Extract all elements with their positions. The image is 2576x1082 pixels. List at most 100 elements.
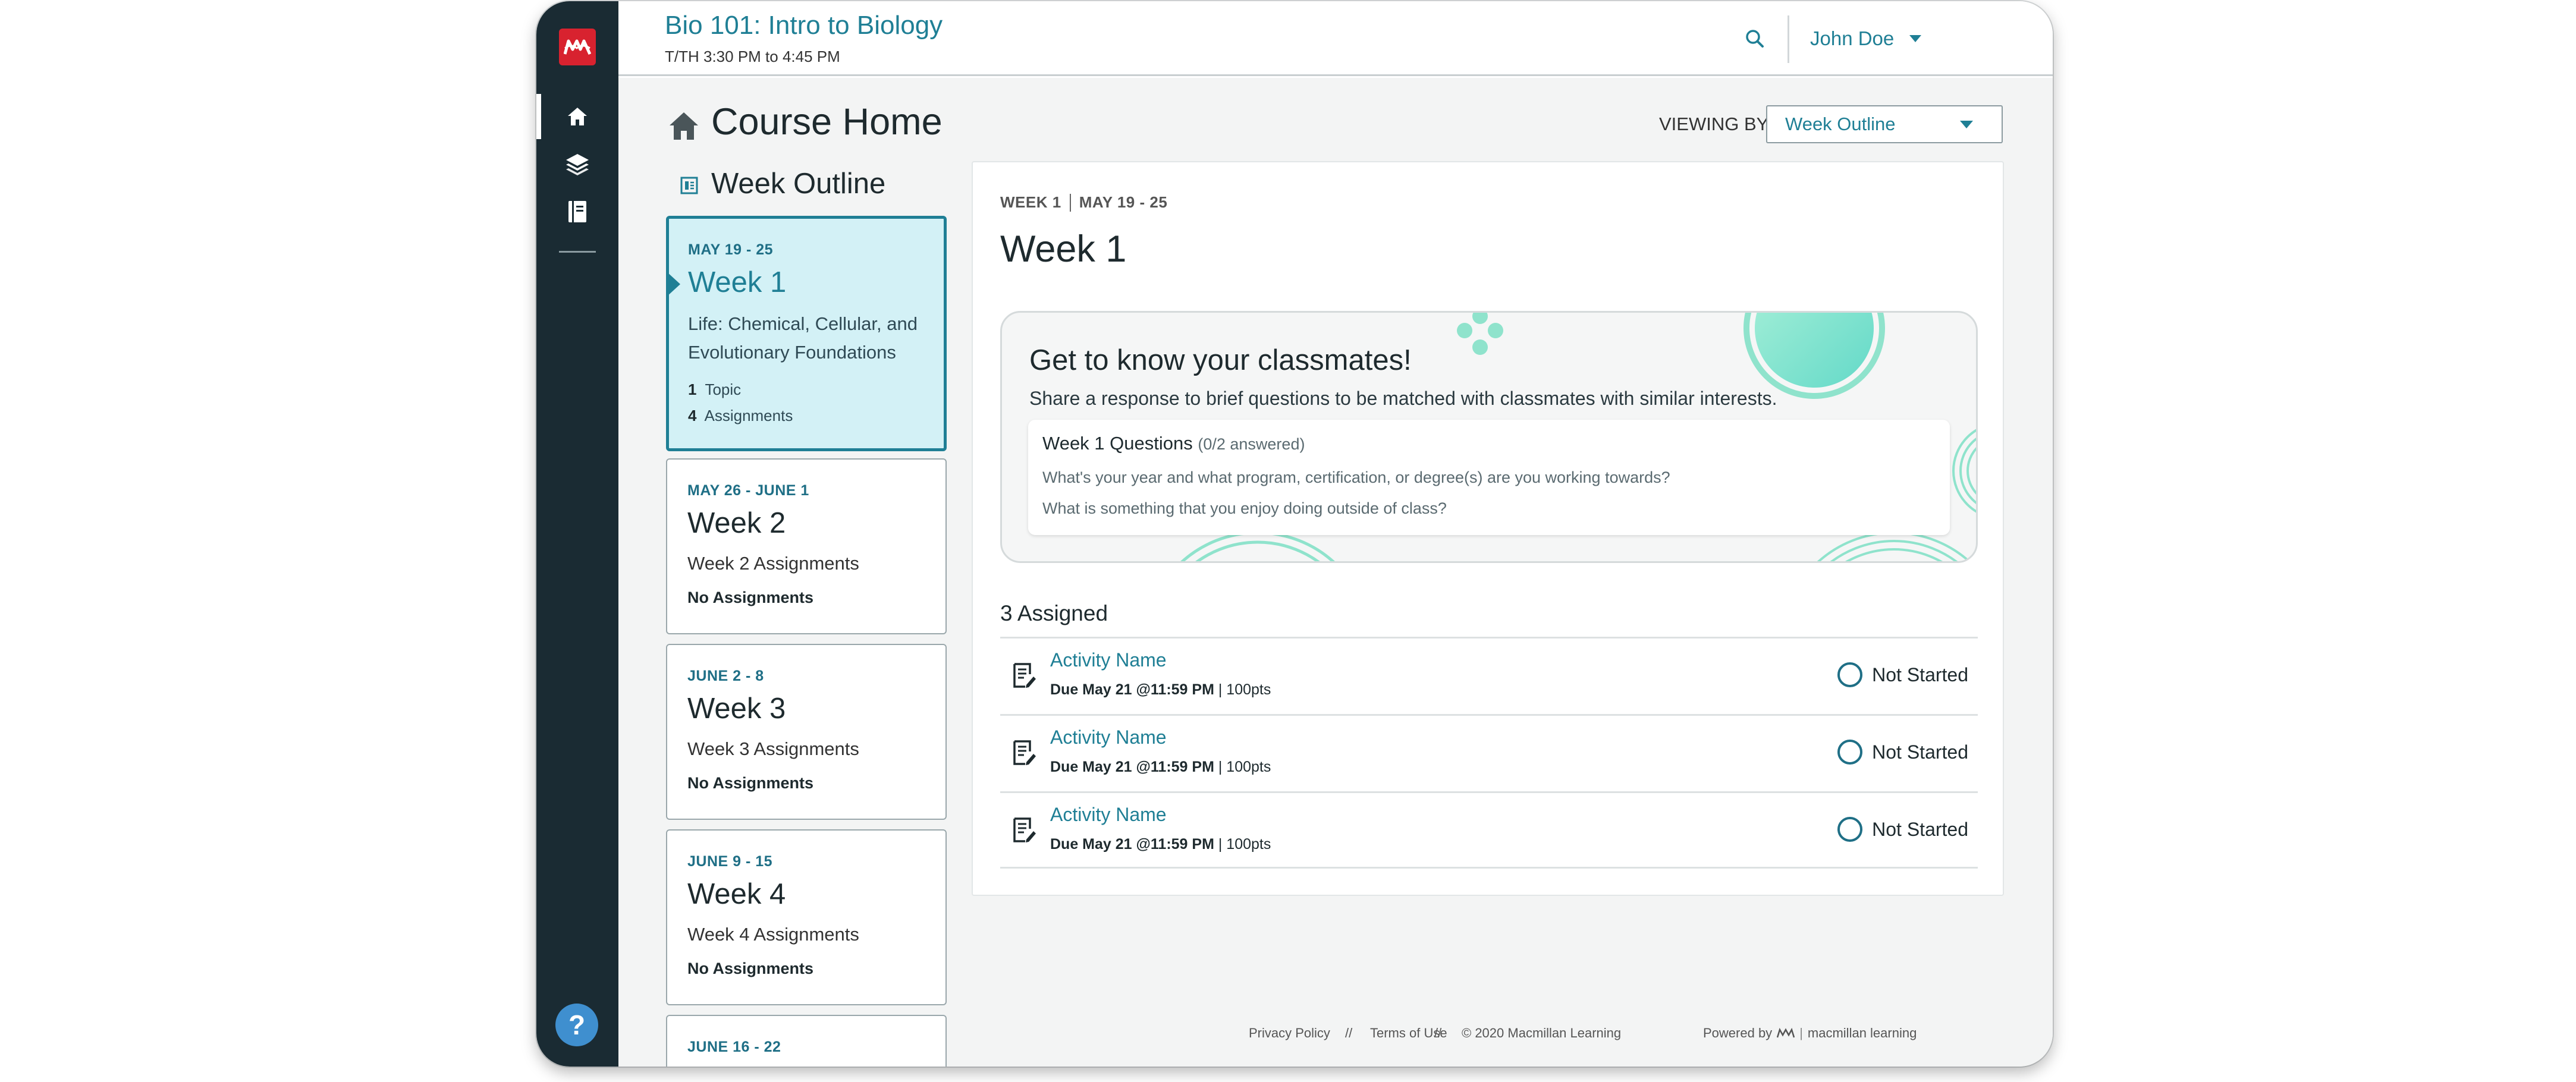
week-card-3[interactable]: JUNE 2 - 8 Week 3 Week 3 Assignments No … xyxy=(666,644,947,820)
activity-name-link[interactable]: Activity Name xyxy=(1050,649,1167,671)
topics-label: Topic xyxy=(705,380,742,398)
week-detail-title: Week 1 xyxy=(1000,228,1127,270)
assignments-label: Assignments xyxy=(704,407,793,424)
footer-separator: // xyxy=(1434,1026,1442,1040)
search-icon xyxy=(1746,30,1764,48)
crumb-dates: MAY 19 - 25 xyxy=(1079,193,1168,211)
week-topics: 1 Topic 4 Assignments xyxy=(688,376,925,429)
page-title: Course Home xyxy=(711,101,943,143)
assigned-heading: 3 Assigned xyxy=(1000,601,1108,625)
course-title[interactable]: Bio 101: Intro to Biology xyxy=(665,11,943,40)
assignment-icon xyxy=(1013,817,1036,842)
status-text: Not Started xyxy=(1872,741,1968,763)
week-assignments-line: Week 2 Assignments xyxy=(687,553,859,574)
activity-due: Due May 21 @11:59 PM | 100pts xyxy=(1050,681,1271,699)
crumb-divider xyxy=(1069,193,1071,212)
rail-divider xyxy=(559,251,596,253)
help-icon[interactable]: ? xyxy=(555,1004,598,1046)
week-date: MAY 26 - JUNE 1 xyxy=(687,482,809,499)
week-assignments-line: Week 3 Assignments xyxy=(687,738,859,759)
activity-name-link[interactable]: Activity Name xyxy=(1050,804,1167,826)
nav-ebook[interactable] xyxy=(536,189,618,234)
promo-title: Get to know your classmates! xyxy=(1029,344,1412,376)
week-card-4[interactable]: JUNE 9 - 15 Week 4 Week 4 Assignments No… xyxy=(666,829,947,1005)
nav-rail: ? xyxy=(536,1,618,1067)
activity-row[interactable]: Activity Name Due May 21 @11:59 PM | 100… xyxy=(1000,714,1978,791)
selected-arrow-icon xyxy=(666,271,680,297)
classmates-promo-card[interactable]: Get to know your classmates! Share a res… xyxy=(1000,311,1978,563)
activity-points: | 100pts xyxy=(1214,681,1271,698)
topics-count: 1 xyxy=(688,380,697,398)
week-assignments-line: Week 4 Assignments xyxy=(687,924,859,945)
status-circle-icon xyxy=(1837,662,1863,687)
privacy-policy-link[interactable]: Privacy Policy xyxy=(1249,1026,1330,1041)
copyright-text: © 2020 Macmillan Learning xyxy=(1462,1026,1622,1040)
page-home-icon xyxy=(670,112,698,140)
due-date: Due May 21 @11:59 PM xyxy=(1050,681,1214,698)
user-name: John Doe xyxy=(1810,27,1895,49)
outline-icon xyxy=(680,177,698,194)
question-item[interactable]: What's your year and what program, certi… xyxy=(1042,468,1670,487)
status-circle-icon xyxy=(1837,817,1863,842)
due-date: Due May 21 @11:59 PM xyxy=(1050,759,1214,775)
due-date: Due May 21 @11:59 PM xyxy=(1050,836,1214,853)
crumb-week: WEEK 1 xyxy=(1000,193,1061,211)
activity-points: | 100pts xyxy=(1214,836,1271,853)
user-menu[interactable]: John Doe xyxy=(1810,27,1922,50)
search-button[interactable] xyxy=(1740,24,1770,54)
brand-name: macmillan learning xyxy=(1807,1026,1917,1040)
week-outline-title: Week Outline xyxy=(711,168,886,200)
week-status: No Assignments xyxy=(687,960,814,977)
week-questions-box[interactable]: Week 1 Questions (0/2 answered) What's y… xyxy=(1028,420,1950,535)
questions-heading: Week 1 Questions (0/2 answered) xyxy=(1042,433,1305,454)
macmillan-logo-icon xyxy=(1777,1028,1795,1038)
breadcrumb: WEEK 1 MAY 19 - 25 xyxy=(1000,193,1167,212)
status-circle-icon xyxy=(1837,740,1863,765)
activity-points: | 100pts xyxy=(1214,759,1271,775)
activity-name-link[interactable]: Activity Name xyxy=(1050,726,1167,748)
activity-due: Due May 21 @11:59 PM | 100pts xyxy=(1050,759,1271,776)
activity-status: Not Started xyxy=(1837,740,1968,765)
week-title: Week 3 xyxy=(687,693,786,725)
week-date: JUNE 9 - 15 xyxy=(687,853,773,870)
week-detail-panel: WEEK 1 MAY 19 - 25 Week 1 Get to know yo… xyxy=(972,161,2004,896)
home-icon xyxy=(568,108,587,125)
questions-title: Week 1 Questions xyxy=(1042,433,1193,454)
assignment-icon xyxy=(1013,663,1036,688)
week-status: No Assignments xyxy=(687,589,814,606)
top-bar: Bio 101: Intro to Biology T/TH 3:30 PM t… xyxy=(618,1,2053,76)
week-date: JUNE 2 - 8 xyxy=(687,668,764,684)
nav-courses[interactable] xyxy=(536,141,618,187)
question-item[interactable]: What is something that you enjoy doing o… xyxy=(1042,499,1447,518)
macmillan-logo-icon[interactable] xyxy=(559,29,596,65)
powered-by: Powered by | macmillan learning xyxy=(1703,1026,1917,1041)
footer-separator: // xyxy=(1345,1026,1353,1040)
activity-row[interactable]: Activity Name Due May 21 @11:59 PM | 100… xyxy=(1000,791,1978,869)
questions-count: (0/2 answered) xyxy=(1198,435,1305,453)
status-text: Not Started xyxy=(1872,818,1968,840)
chevron-down-icon xyxy=(1909,35,1922,42)
courses-icon xyxy=(566,154,589,175)
viewing-by-select[interactable]: Week Outline xyxy=(1766,105,2003,143)
chevron-down-icon xyxy=(1960,121,1973,128)
main-content: Course Home VIEWING BY: Week Outline Wee… xyxy=(618,78,2053,1067)
week-title: Week 1 xyxy=(688,266,787,298)
device-frame: ? Bio 101: Intro to Biology T/TH 3:30 PM… xyxy=(536,1,2053,1067)
topbar-divider xyxy=(1788,15,1789,63)
week-title: Week 2 xyxy=(687,507,786,539)
assignment-icon xyxy=(1013,740,1036,765)
activity-row[interactable]: Activity Name Due May 21 @11:59 PM | 100… xyxy=(1000,637,1978,714)
week-card-1[interactable]: MAY 19 - 25 Week 1 Life: Chemical, Cellu… xyxy=(666,216,947,451)
viewing-by-value: Week Outline xyxy=(1785,114,1896,134)
assignments-count: 4 xyxy=(688,407,697,424)
week-card-5[interactable]: JUNE 16 - 22 xyxy=(666,1015,947,1067)
week-title: Week 4 xyxy=(687,878,786,910)
nav-home[interactable] xyxy=(536,94,618,139)
week-card-2[interactable]: MAY 26 - JUNE 1 Week 2 Week 2 Assignment… xyxy=(666,458,947,634)
activity-status: Not Started xyxy=(1837,817,1968,842)
week-status: No Assignments xyxy=(687,774,814,792)
brand-divider: | xyxy=(1799,1026,1803,1040)
viewing-by-label: VIEWING BY: xyxy=(1659,114,1773,134)
powered-by-label: Powered by xyxy=(1703,1026,1773,1040)
week-date: MAY 19 - 25 xyxy=(688,241,774,258)
